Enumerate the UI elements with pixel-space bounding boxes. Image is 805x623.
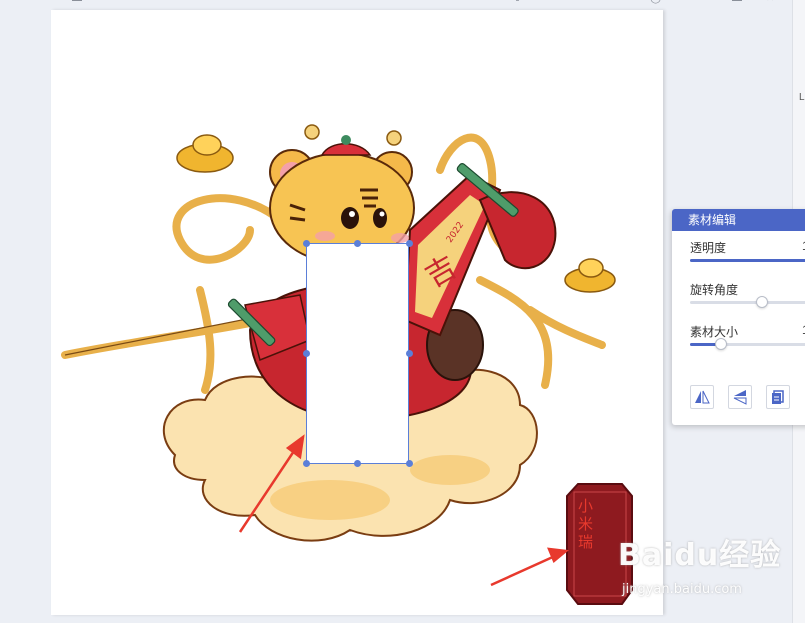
opacity-slider-fill xyxy=(690,259,805,262)
gold-ingot-right xyxy=(564,258,616,293)
flip-horizontal-button[interactable] xyxy=(690,385,714,409)
resize-handle-right[interactable] xyxy=(406,350,413,357)
opacity-label: 透明度 xyxy=(690,241,727,255)
copy-layer-icon xyxy=(772,390,784,404)
resize-handle-bottom-right[interactable] xyxy=(406,460,413,467)
ribbon-left xyxy=(61,194,284,394)
rotation-slider-row: 旋转角度 xyxy=(672,273,805,315)
size-slider-row: 素材大小 1 xyxy=(672,315,805,357)
annotation-arrow-right xyxy=(490,547,570,587)
opacity-slider-row: 透明度 1 xyxy=(672,231,805,273)
resize-handle-top-right[interactable] xyxy=(406,240,413,247)
copy-layer-button[interactable] xyxy=(766,385,790,409)
flip-horizontal-icon xyxy=(695,390,710,404)
side-panel-letter: L xyxy=(799,92,805,103)
rotation-slider[interactable] xyxy=(690,296,805,308)
rotation-label: 旋转角度 xyxy=(690,283,739,297)
watermark-url: jingyan.baidu.com xyxy=(622,582,742,597)
size-slider[interactable] xyxy=(690,338,805,350)
selected-white-rectangle[interactable] xyxy=(306,243,409,464)
flip-vertical-button[interactable] xyxy=(728,385,752,409)
panel-tool-buttons xyxy=(690,385,790,409)
material-edit-panel: 素材编辑 透明度 1 旋转角度 素材大小 1 xyxy=(672,209,805,425)
resize-handle-top[interactable] xyxy=(354,240,361,247)
baidu-watermark: Baidu经验 jingyan.baidu.com xyxy=(618,530,782,597)
resize-handle-left[interactable] xyxy=(303,350,310,357)
flip-vertical-icon xyxy=(733,390,747,405)
coin-decoration xyxy=(304,124,402,146)
watermark-main: Baidu经验 xyxy=(618,538,782,573)
panel-title: 素材编辑 xyxy=(672,209,805,231)
stamp-text: 小米瑞 xyxy=(578,497,594,551)
size-slider-thumb[interactable] xyxy=(715,338,728,350)
resize-handle-top-left[interactable] xyxy=(303,240,310,247)
rotation-slider-thumb[interactable] xyxy=(755,296,768,308)
opacity-slider[interactable] xyxy=(690,259,805,262)
size-label: 素材大小 xyxy=(690,325,739,339)
resize-handle-bottom-left[interactable] xyxy=(303,460,310,467)
gold-ingot-left xyxy=(176,134,234,173)
resize-handle-bottom[interactable] xyxy=(354,460,361,467)
